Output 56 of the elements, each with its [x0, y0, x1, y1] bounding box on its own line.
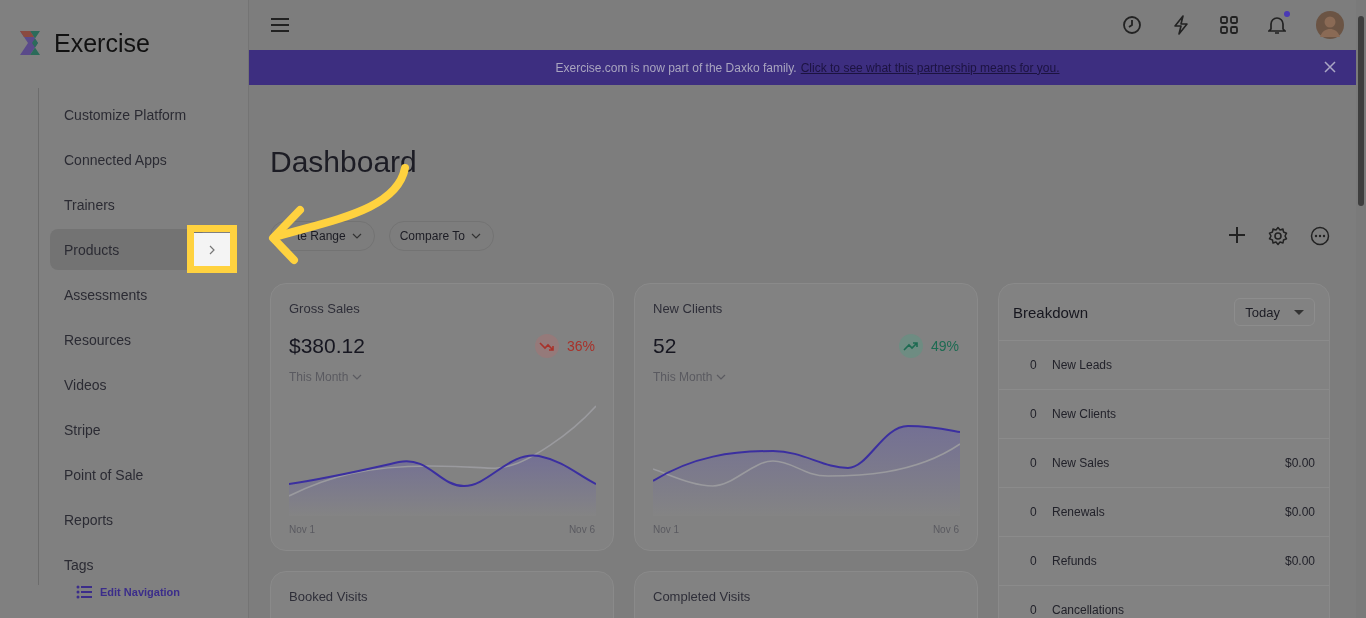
close-icon[interactable]	[1324, 61, 1336, 73]
row-amount: $0.00	[1284, 456, 1315, 470]
row-count: 0	[1030, 456, 1038, 470]
nav-item[interactable]: Tags	[50, 544, 204, 585]
row-label: New Sales	[1052, 456, 1110, 470]
nav-item[interactable]: Assessments	[50, 274, 204, 315]
apps-grid-icon[interactable]	[1220, 16, 1238, 34]
settings-icon[interactable]	[1268, 226, 1288, 246]
card-title: Gross Sales	[289, 301, 361, 316]
row-label: Refunds	[1052, 554, 1097, 568]
nav-item[interactable]: Connected Apps	[50, 139, 204, 180]
clock-icon[interactable]	[1122, 15, 1142, 35]
nav-item[interactable]: Point of Sale	[50, 454, 204, 495]
banner-text: Exercise.com is now part of the Daxko family.	[555, 60, 797, 75]
scroll-thumb[interactable]	[1358, 16, 1364, 206]
add-icon[interactable]	[1228, 226, 1246, 244]
page-title: Dashboard	[270, 145, 418, 179]
row-label: Renewals	[1052, 505, 1105, 519]
card-title: Completed Visits	[634, 571, 978, 618]
nav-item[interactable]: Reports	[50, 499, 204, 540]
row-amount: $0.00	[1284, 505, 1315, 519]
chevron-down-icon	[470, 233, 481, 239]
chevron-down-icon	[352, 374, 363, 380]
more-icon[interactable]	[1310, 226, 1330, 246]
list-icon	[76, 585, 92, 599]
stat-value: 52	[653, 334, 677, 358]
row-label: New Clients	[1052, 407, 1117, 421]
row-count: 0	[1030, 358, 1038, 372]
chevron-down-icon	[716, 374, 727, 380]
row-count: 0	[1030, 554, 1038, 568]
change-percent: 49%	[930, 338, 959, 354]
bell-icon[interactable]	[1268, 15, 1286, 35]
card-title: New Clients	[653, 301, 724, 316]
stat-value: $380.12	[289, 334, 365, 358]
chevron-down-icon	[351, 233, 362, 239]
edit-navigation-link[interactable]: Edit Navigation	[76, 585, 181, 599]
lightning-icon[interactable]	[1172, 15, 1190, 35]
nav-item[interactable]: Videos	[50, 364, 204, 405]
brand-name: Exercise	[54, 28, 150, 58]
caret-icon	[1294, 309, 1304, 315]
row-label: New Leads	[1052, 358, 1113, 372]
nav-item[interactable]: Resources	[50, 319, 204, 360]
chevron-icon	[209, 244, 215, 255]
menu-icon[interactable]	[271, 18, 289, 32]
row-amount: $0.00	[1284, 554, 1315, 568]
row-count: 0	[1030, 603, 1038, 617]
card-title: Booked Visits	[270, 571, 614, 618]
nav-item[interactable]: Stripe	[50, 409, 204, 450]
row-count: 0	[1030, 407, 1038, 421]
row-count: 0	[1030, 505, 1038, 519]
row-label: Cancellations	[1052, 603, 1125, 617]
panel-title: Breakdown	[1013, 303, 1089, 321]
nav-item[interactable]: Customize Platform	[50, 94, 204, 135]
period-select[interactable]: Today	[1234, 298, 1315, 326]
change-percent: 36%	[566, 338, 595, 354]
nav-item[interactable]: Trainers	[50, 184, 204, 225]
